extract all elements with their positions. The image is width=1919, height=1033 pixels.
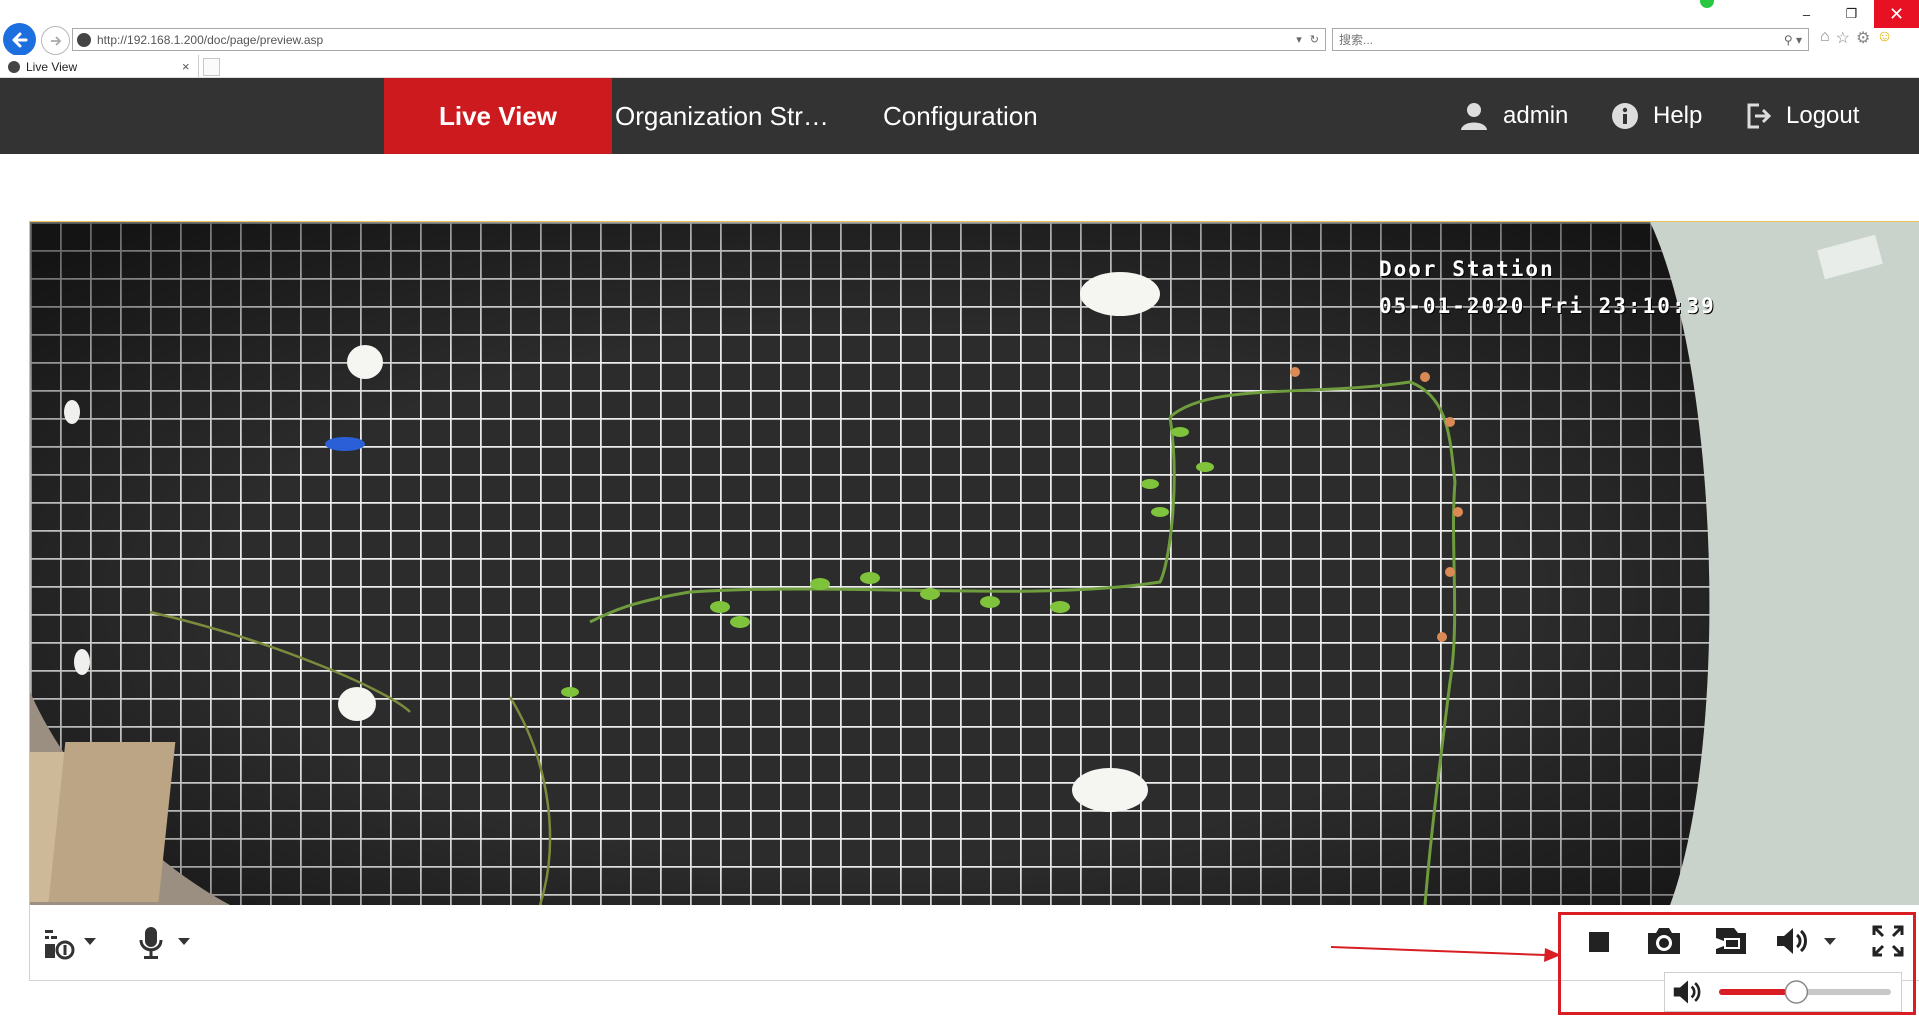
tab-close-icon[interactable]: × — [182, 59, 198, 74]
site-icon — [77, 32, 91, 47]
logout-label: Logout — [1786, 102, 1860, 129]
window-controls: – ❐ ✕ — [1784, 0, 1919, 28]
new-tab-button[interactable] — [203, 58, 220, 76]
tab-title: Live View — [26, 59, 78, 74]
back-button[interactable] — [3, 23, 36, 56]
minimize-button[interactable]: – — [1784, 0, 1829, 28]
annotation-arrow — [1331, 946, 1561, 962]
camera-feed-image — [30, 222, 1919, 905]
status-dot — [1700, 0, 1714, 8]
window-split-button[interactable] — [42, 925, 78, 961]
help-label: Help — [1653, 102, 1703, 129]
favorites-icon[interactable]: ☆ — [1836, 28, 1850, 48]
search-input[interactable] — [1333, 30, 1784, 49]
nav-organization-structure[interactable]: Organization Str… — [615, 78, 829, 154]
app-header: Live View Organization Str… Configuratio… — [0, 78, 1919, 154]
search-icon[interactable]: ⚲ ▾ — [1784, 33, 1808, 47]
window-split-dropdown[interactable] — [82, 933, 98, 949]
settings-gear-icon[interactable]: ⚙ — [1856, 28, 1870, 48]
home-icon[interactable]: ⌂ — [1820, 28, 1830, 48]
restore-button[interactable]: ❐ — [1829, 0, 1874, 28]
logout-link[interactable]: Logout — [1746, 78, 1859, 154]
address-bar[interactable]: http://192.168.1.200/doc/page/preview.as… — [72, 28, 1326, 51]
browser-chrome: – ❐ ✕ http://192.168.1.200/doc/page/prev… — [0, 0, 1919, 79]
tab-favicon-icon — [8, 60, 20, 73]
tab-live-view[interactable]: Live View × — [0, 55, 199, 79]
annotation-highlight-box — [1558, 912, 1916, 1015]
refresh-icon[interactable]: ↻ — [1310, 33, 1319, 46]
caret-down-icon — [178, 938, 190, 945]
user-icon — [1461, 103, 1487, 130]
live-video-view[interactable]: Door Station 05-01-2020 Fri 23:10:39 — [29, 221, 1919, 906]
osd-timestamp: 05-01-2020 Fri 23:10:39 — [1379, 294, 1716, 318]
back-arrow-icon — [12, 32, 27, 47]
microphone-button[interactable] — [136, 923, 166, 963]
url-text[interactable]: http://192.168.1.200/doc/page/preview.as… — [97, 33, 1296, 47]
logout-icon — [1747, 103, 1772, 129]
microphone-icon — [139, 927, 163, 959]
user-menu[interactable]: admin — [1459, 78, 1568, 154]
dropdown-icon[interactable]: ▾ — [1296, 33, 1302, 46]
help-link[interactable]: Help — [1611, 78, 1702, 154]
browser-toolbar-icons: ⌂ ☆ ⚙ ☺ — [1820, 28, 1893, 48]
forward-arrow-icon — [50, 35, 61, 46]
search-bar[interactable]: ⚲ ▾ — [1332, 28, 1809, 51]
microphone-dropdown[interactable] — [176, 933, 192, 949]
close-button[interactable]: ✕ — [1874, 0, 1919, 28]
window-split-icon — [45, 930, 75, 960]
caret-down-icon — [84, 938, 96, 945]
user-name: admin — [1503, 102, 1569, 129]
osd-device-name: Door Station — [1379, 257, 1555, 281]
nav-live-view[interactable]: Live View — [384, 78, 612, 154]
feedback-smiley-icon[interactable]: ☺ — [1876, 28, 1892, 48]
forward-button[interactable] — [41, 26, 70, 55]
address-tools: ▾ ↻ — [1296, 33, 1325, 46]
info-icon — [1612, 103, 1638, 129]
nav-configuration[interactable]: Configuration — [883, 78, 1038, 154]
